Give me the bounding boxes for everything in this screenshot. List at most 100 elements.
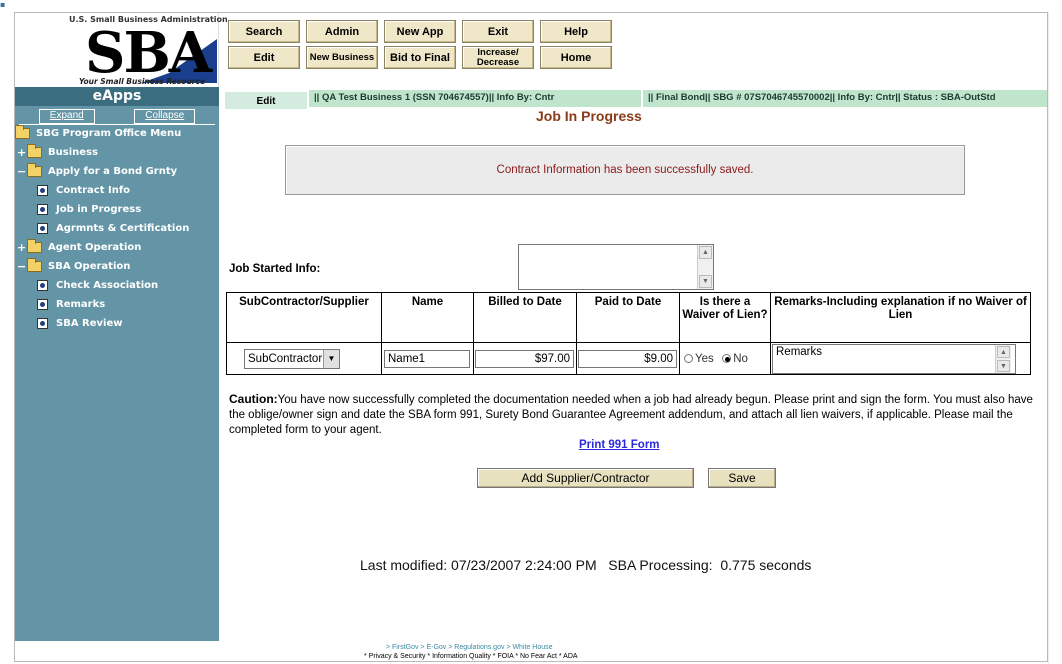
dropdown-arrow-icon[interactable]: ▼ <box>323 349 339 368</box>
home-button[interactable]: Home <box>540 46 612 69</box>
waiver-cell: Yes No <box>679 342 771 375</box>
status-bar: Edit || QA Test Business 1 (SSN 70467455… <box>225 90 1047 109</box>
collapse-toggle[interactable]: − <box>17 260 27 273</box>
type-cell: SubContractor ▼ <box>226 342 382 375</box>
sidebar-item-contract-info[interactable]: Contract Info <box>37 181 130 199</box>
document-icon <box>37 317 48 329</box>
sidebar-title: eApps <box>15 87 219 106</box>
subcontractor-table: SubContractor/Supplier Name Billed to Da… <box>226 292 1031 375</box>
sidebar-item-label: Business <box>48 146 98 158</box>
sidebar-item-label: SBA Operation <box>48 260 131 272</box>
help-button[interactable]: Help <box>540 20 612 43</box>
document-icon <box>37 184 48 196</box>
page-scrollbar[interactable] <box>1048 12 1062 664</box>
document-icon <box>37 222 48 234</box>
last-modified-text: Last modified: 07/23/2007 2:24:00 PM SBA… <box>360 557 812 573</box>
folder-icon <box>27 143 42 158</box>
column-header: Paid to Date <box>576 292 680 343</box>
textarea-scrollbar[interactable]: ▲ ▼ <box>697 245 713 289</box>
increase-decrease-button[interactable]: Increase/ Decrease <box>462 46 534 69</box>
sidebar-item-label: Apply for a Bond Grnty <box>48 165 178 177</box>
sba-logo: U.S. Small Business Administration SBA Y… <box>15 13 228 87</box>
scroll-down-icon[interactable]: ▼ <box>699 275 712 288</box>
billed-to-date-input[interactable]: $97.00 <box>475 349 574 368</box>
paid-cell: $9.00 <box>576 342 680 375</box>
toolbar: Search Admin New App Exit Help Edit New … <box>228 18 618 70</box>
table-row: SubContractor ▼ Name1 $97.00 $9.00 Yes N… <box>226 342 1031 375</box>
document-icon <box>37 298 48 310</box>
sidebar-item-label: Agent Operation <box>48 241 142 253</box>
footer-policy-links[interactable]: * Privacy & Security * Information Quali… <box>364 653 578 660</box>
sidebar-item-apply-bond[interactable]: − Apply for a Bond Grnty <box>17 162 177 180</box>
footer-links[interactable]: > FirstGov > E-Gov > Regulations.gov > W… <box>386 644 553 651</box>
name-input[interactable]: Name1 <box>384 349 470 368</box>
subcontractor-type-select[interactable]: SubContractor ▼ <box>244 348 340 369</box>
expand-toggle[interactable]: + <box>17 241 27 254</box>
sidebar-item-sba-review[interactable]: SBA Review <box>37 314 123 332</box>
new-app-button[interactable]: New App <box>384 20 456 43</box>
success-message: Contract Information has been successful… <box>496 164 754 176</box>
sidebar-item-remarks[interactable]: Remarks <box>37 295 105 313</box>
collapse-toggle[interactable]: − <box>17 165 27 178</box>
sidebar-item-agent-operation[interactable]: + Agent Operation <box>17 238 141 256</box>
scroll-down-icon[interactable]: ▼ <box>997 359 1010 372</box>
collapse-link[interactable]: Collapse <box>134 109 196 124</box>
column-header: Name <box>381 292 474 343</box>
sidebar-item-job-in-progress[interactable]: Job in Progress <box>37 200 141 218</box>
sidebar-item-label: SBA Review <box>56 317 123 329</box>
bond-info: || Final Bond|| SBG # 07S7046745570002||… <box>643 90 1047 107</box>
document-icon <box>37 203 48 215</box>
sidebar-item-check-association[interactable]: Check Association <box>37 276 158 294</box>
save-button[interactable]: Save <box>708 468 776 488</box>
expand-link[interactable]: Expand <box>38 109 95 124</box>
expand-toggle[interactable]: + <box>17 146 27 159</box>
select-value: SubContractor <box>248 352 323 365</box>
caution-label: Caution: <box>229 392 278 406</box>
paid-to-date-input[interactable]: $9.00 <box>578 349 677 368</box>
sidebar-item-label: Agrmnts & Certification <box>56 222 190 234</box>
document-icon <box>37 279 48 291</box>
sidebar-item-label: Contract Info <box>56 184 131 196</box>
page-title: Job In Progress <box>536 108 642 124</box>
business-info: || QA Test Business 1 (SSN 704674557)|| … <box>309 90 641 107</box>
add-supplier-button[interactable]: Add Supplier/Contractor <box>477 468 694 488</box>
waiver-yes-label: Yes <box>695 352 714 365</box>
print-991-link[interactable]: Print 991 Form <box>579 439 660 451</box>
remarks-textarea[interactable]: Remarks ▲ ▼ <box>772 343 1016 374</box>
bid-to-final-button[interactable]: Bid to Final <box>384 46 456 69</box>
scroll-up-icon[interactable]: ▲ <box>699 246 712 259</box>
open-folder-icon <box>27 257 42 272</box>
table-header-row: SubContractor/Supplier Name Billed to Da… <box>226 292 1031 343</box>
status-edit-tab[interactable]: Edit <box>225 92 307 109</box>
waiver-yes-radio[interactable] <box>684 353 693 363</box>
sidebar-menu-title[interactable]: SBG Program Office Menu <box>15 124 181 142</box>
sidebar-expand-controls: Expand Collapse <box>19 109 215 125</box>
sidebar-item-sba-operation[interactable]: − SBA Operation <box>17 257 130 275</box>
open-folder-icon <box>15 124 30 139</box>
logo-mark: SBA <box>85 20 212 86</box>
edit-button[interactable]: Edit <box>228 46 300 69</box>
scroll-up-icon[interactable]: ▲ <box>997 345 1010 358</box>
job-started-textarea[interactable]: ▲ ▼ <box>518 244 714 290</box>
sidebar: eApps Expand Collapse SBG Program Office… <box>15 87 219 641</box>
page-corner-icon: ▪ <box>0 0 6 9</box>
column-header: Billed to Date <box>473 292 577 343</box>
column-header: Is there a Waiver of Lien? <box>679 292 771 343</box>
column-header: SubContractor/Supplier <box>226 292 382 343</box>
sidebar-menu-title-label: SBG Program Office Menu <box>36 127 182 139</box>
search-button[interactable]: Search <box>228 20 300 43</box>
admin-button[interactable]: Admin <box>306 20 378 43</box>
remarks-scrollbar[interactable]: ▲ ▼ <box>995 344 1011 373</box>
new-business-button[interactable]: New Business <box>306 46 378 69</box>
remarks-cell: Remarks ▲ ▼ <box>770 342 1031 375</box>
exit-button[interactable]: Exit <box>462 20 534 43</box>
sidebar-item-label: Remarks <box>56 298 106 310</box>
sidebar-item-agreements[interactable]: Agrmnts & Certification <box>37 219 189 237</box>
caution-body: You have now successfully completed the … <box>229 394 1033 436</box>
sidebar-item-label: Check Association <box>56 279 159 291</box>
sidebar-item-business[interactable]: + Business <box>17 143 98 161</box>
column-header: Remarks-Including explanation if no Waiv… <box>770 292 1031 343</box>
waiver-no-radio[interactable] <box>722 353 732 363</box>
name-cell: Name1 <box>381 342 474 375</box>
sidebar-item-label: Job in Progress <box>56 203 142 215</box>
